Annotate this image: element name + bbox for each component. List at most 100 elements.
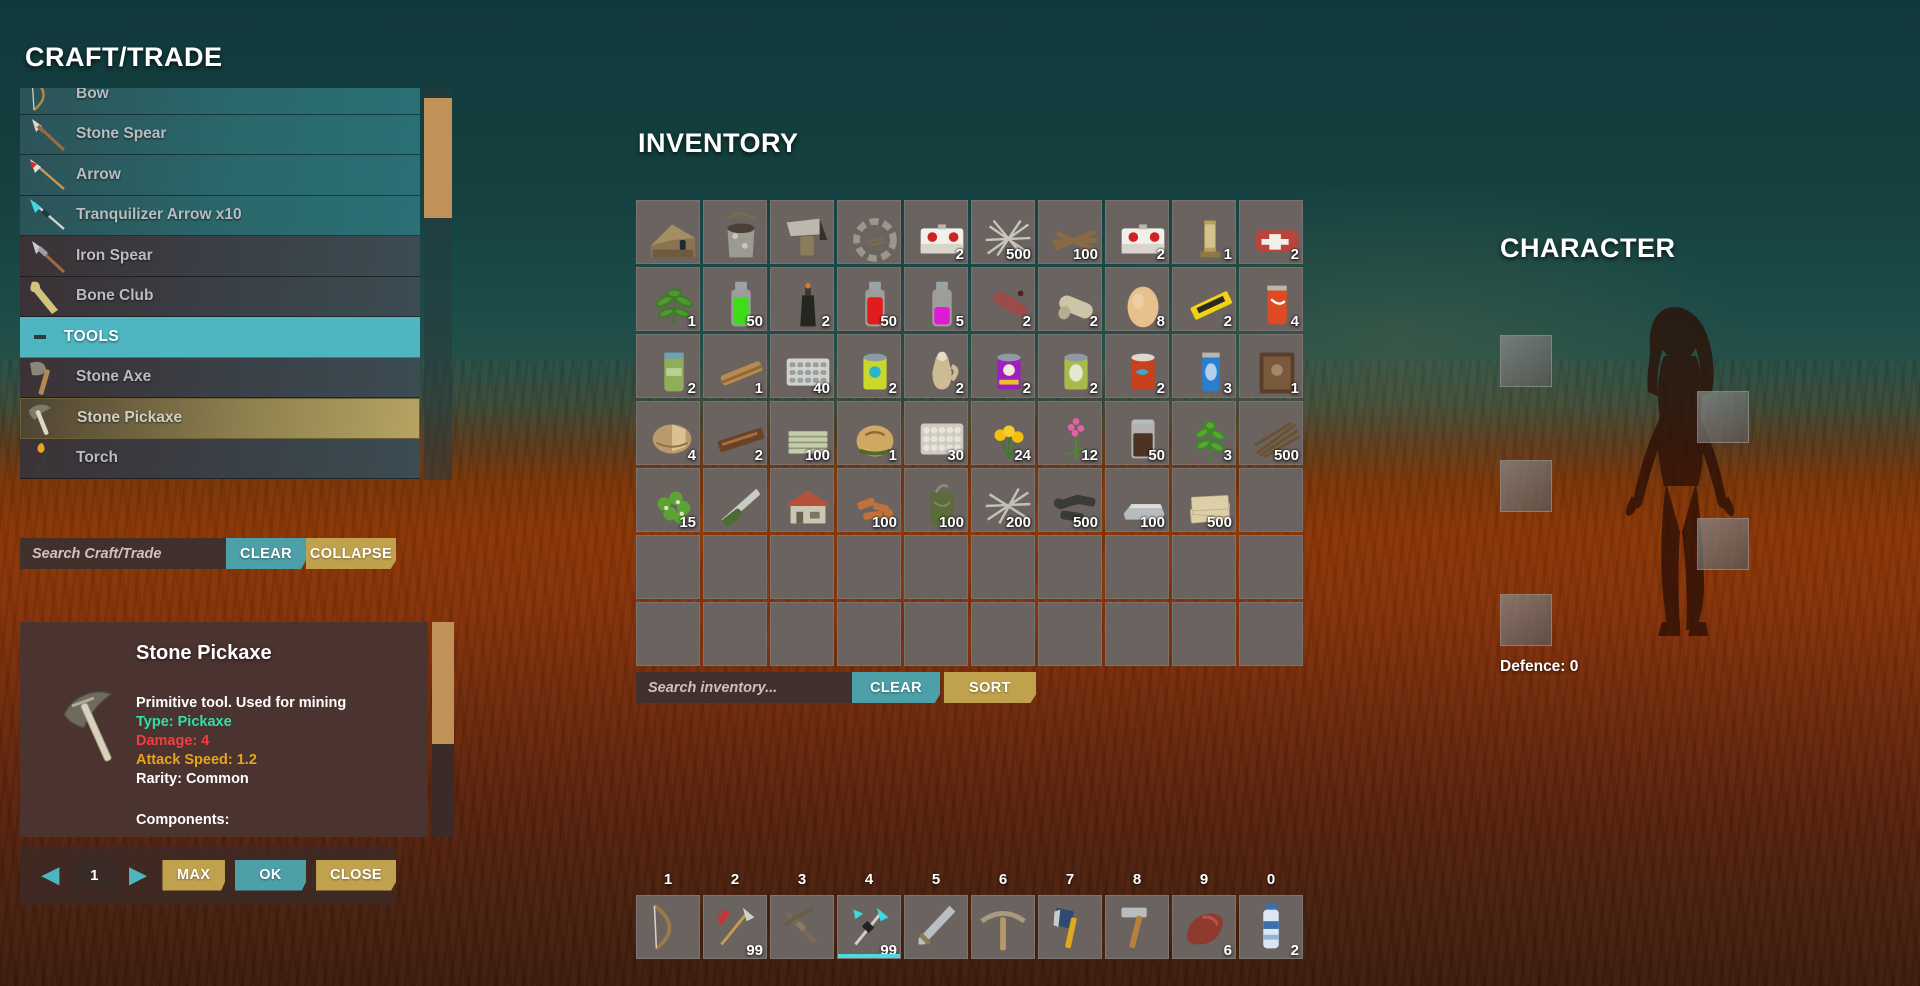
craft-list-scrollbar[interactable] bbox=[424, 88, 452, 480]
hotbar-slot-meat[interactable]: 6 bbox=[1172, 895, 1236, 959]
hotbar-cell-8[interactable]: 8 bbox=[1105, 871, 1169, 959]
inventory-slot-house-model[interactable] bbox=[770, 468, 834, 532]
inventory-slot-old-book[interactable]: 1 bbox=[1239, 334, 1303, 398]
inventory-slot-canned-fish[interactable]: 2 bbox=[1105, 334, 1169, 398]
inventory-slot-wooden-board[interactable]: 2 bbox=[703, 401, 767, 465]
inventory-slot-empty[interactable] bbox=[636, 535, 700, 599]
inventory-slot-bolts[interactable]: 500 bbox=[1038, 468, 1102, 532]
hotbar-cell-2[interactable]: 2 99 bbox=[703, 871, 767, 959]
craft-list-scroll-thumb[interactable] bbox=[424, 98, 452, 218]
hotbar-slot-water-bottle[interactable]: 2 bbox=[1239, 895, 1303, 959]
inventory-slot-empty[interactable] bbox=[703, 602, 767, 666]
craft-row-torch[interactable]: Torch bbox=[20, 438, 420, 479]
inventory-slot-plank-stack[interactable]: 100 bbox=[770, 401, 834, 465]
hotbar[interactable]: 1 2 99 3 4 99 5 6 7 8 9 6 0 2 bbox=[636, 871, 1303, 959]
inventory-slot-empty[interactable] bbox=[971, 535, 1035, 599]
hotbar-cell-7[interactable]: 7 bbox=[1038, 871, 1102, 959]
inventory-slot-egg-tray[interactable]: 30 bbox=[904, 401, 968, 465]
inventory-grid[interactable]: 2 500 100 2 1 2 1 50 2 50 5 2 2 8 2 4 2 1 40 2 2 2 2 2 3 1 4 2 100 1 3… bbox=[636, 200, 1303, 666]
inventory-slot-firewood[interactable]: 100 bbox=[1038, 200, 1102, 264]
inventory-sort-button[interactable]: SORT bbox=[944, 672, 1036, 703]
inventory-slot-canned-rabbit[interactable]: 2 bbox=[1038, 334, 1102, 398]
inventory-slot-metal-ingot[interactable]: 100 bbox=[1105, 468, 1169, 532]
hotbar-cell-6[interactable]: 6 bbox=[971, 871, 1035, 959]
inventory-slot-blue-can[interactable]: 3 bbox=[1172, 334, 1236, 398]
inventory-slot-empty[interactable] bbox=[1105, 602, 1169, 666]
inventory-slot-pink-flower[interactable]: 12 bbox=[1038, 401, 1102, 465]
inventory-search-input[interactable] bbox=[636, 672, 852, 703]
inventory-slot-sticks[interactable]: 500 bbox=[1239, 401, 1303, 465]
craft-search-input[interactable] bbox=[20, 538, 226, 569]
inventory-slot-empty[interactable] bbox=[1239, 602, 1303, 666]
close-button[interactable]: CLOSE bbox=[316, 859, 396, 891]
equip-slot-legs[interactable] bbox=[1500, 460, 1552, 512]
inventory-slot-energy-can[interactable]: 2 bbox=[636, 334, 700, 398]
hotbar-slot-pickaxe[interactable] bbox=[971, 895, 1035, 959]
inventory-slot-wooden-shelter[interactable] bbox=[636, 200, 700, 264]
inventory-slot-empty[interactable] bbox=[971, 602, 1035, 666]
inventory-slot-egg[interactable]: 8 bbox=[1105, 267, 1169, 331]
inventory-slot-canned-purple[interactable]: 2 bbox=[971, 334, 1035, 398]
hotbar-slot-axe[interactable] bbox=[1038, 895, 1102, 959]
detail-scrollbar[interactable] bbox=[432, 622, 454, 837]
inventory-slot-empty[interactable] bbox=[837, 535, 901, 599]
inventory-slot-soda-can[interactable]: 4 bbox=[1239, 267, 1303, 331]
hotbar-slot-hammer[interactable] bbox=[1105, 895, 1169, 959]
craft-clear-button[interactable]: CLEAR bbox=[226, 538, 306, 569]
craft-row-arrow[interactable]: Arrow bbox=[20, 155, 420, 196]
inventory-slot-first-aid-kit[interactable]: 2 bbox=[1239, 200, 1303, 264]
max-button[interactable]: MAX bbox=[162, 859, 225, 891]
detail-scroll-thumb[interactable] bbox=[432, 622, 454, 744]
craft-row-iron-spear[interactable]: Iron Spear bbox=[20, 236, 420, 277]
craft-row-stone-axe[interactable]: Stone Axe bbox=[20, 357, 420, 398]
inventory-slot-empty[interactable] bbox=[1239, 535, 1303, 599]
craft-row-bow[interactable]: Bow bbox=[20, 88, 420, 115]
equip-slot-head[interactable] bbox=[1500, 335, 1552, 387]
inventory-slot-salami[interactable]: 2 bbox=[971, 267, 1035, 331]
inventory-slot-empty[interactable] bbox=[703, 535, 767, 599]
inventory-slot-green-canister[interactable]: 100 bbox=[904, 468, 968, 532]
inventory-slot-berry-bush[interactable]: 15 bbox=[636, 468, 700, 532]
inventory-slot-bread-loaf[interactable]: 1 bbox=[837, 401, 901, 465]
quantity-value[interactable]: 1 bbox=[69, 860, 120, 890]
hotbar-cell-9[interactable]: 96 bbox=[1172, 871, 1236, 959]
inventory-slot-empty[interactable] bbox=[1239, 468, 1303, 532]
hotbar-slot-crossbow[interactable] bbox=[770, 895, 834, 959]
inventory-slot-empty[interactable] bbox=[904, 602, 968, 666]
inventory-slot-tree-stump[interactable]: 4 bbox=[636, 401, 700, 465]
craft-row-tranquilizer-arrow-x10[interactable]: Tranquilizer Arrow x10 bbox=[20, 195, 420, 236]
inventory-slot-stone-campfire[interactable] bbox=[837, 200, 901, 264]
inventory-slot-empty[interactable] bbox=[770, 535, 834, 599]
hotbar-cell-4[interactable]: 4 99 bbox=[837, 871, 901, 959]
inventory-slot-empty[interactable] bbox=[636, 602, 700, 666]
hotbar-slot-tranquilizer-arrow[interactable]: 99 bbox=[837, 895, 901, 959]
craft-recipe-list[interactable]: Bow Stone Spear Arrow Tranquilizer Arrow x1… bbox=[20, 88, 452, 480]
inventory-slot-nails[interactable]: 500 bbox=[971, 200, 1035, 264]
inventory-slot-water-collector[interactable] bbox=[770, 200, 834, 264]
craft-row-stone-spear[interactable]: Stone Spear bbox=[20, 114, 420, 155]
inventory-slot-gold-trophy[interactable]: 1 bbox=[1172, 200, 1236, 264]
inventory-slot-canned-pet-food[interactable]: 2 bbox=[837, 334, 901, 398]
inventory-slot-empty[interactable] bbox=[1038, 535, 1102, 599]
inventory-slot-empty[interactable] bbox=[1038, 602, 1102, 666]
inventory-slot-green-potion[interactable]: 50 bbox=[703, 267, 767, 331]
inventory-slot-candy-bar[interactable]: 2 bbox=[1172, 267, 1236, 331]
inventory-slot-wooden-plank[interactable]: 1 bbox=[703, 334, 767, 398]
inventory-slot-paper-stack[interactable]: 500 bbox=[1172, 468, 1236, 532]
ok-button[interactable]: OK bbox=[234, 859, 307, 891]
inventory-slot-green-herb[interactable]: 1 bbox=[636, 267, 700, 331]
inventory-slot-scrap-metal[interactable]: 200 bbox=[971, 468, 1035, 532]
inventory-slot-empty[interactable] bbox=[1105, 535, 1169, 599]
inventory-slot-pill-blister[interactable]: 40 bbox=[770, 334, 834, 398]
inventory-slot-empty[interactable] bbox=[1172, 602, 1236, 666]
equip-slot-feet[interactable] bbox=[1500, 594, 1552, 646]
inventory-slot-dark-bottle[interactable]: 2 bbox=[770, 267, 834, 331]
craft-row-stone-pickaxe[interactable]: Stone Pickaxe bbox=[20, 398, 420, 439]
quantity-increase-button[interactable]: ▶ bbox=[129, 862, 146, 888]
hotbar-cell-0[interactable]: 02 bbox=[1239, 871, 1303, 959]
hotbar-cell-1[interactable]: 1 bbox=[636, 871, 700, 959]
inventory-slot-medkit-box-2[interactable]: 2 bbox=[1105, 200, 1169, 264]
inventory-slot-stone-well[interactable] bbox=[703, 200, 767, 264]
equip-slot-hands[interactable] bbox=[1697, 518, 1749, 570]
inventory-clear-button[interactable]: CLEAR bbox=[852, 672, 940, 703]
